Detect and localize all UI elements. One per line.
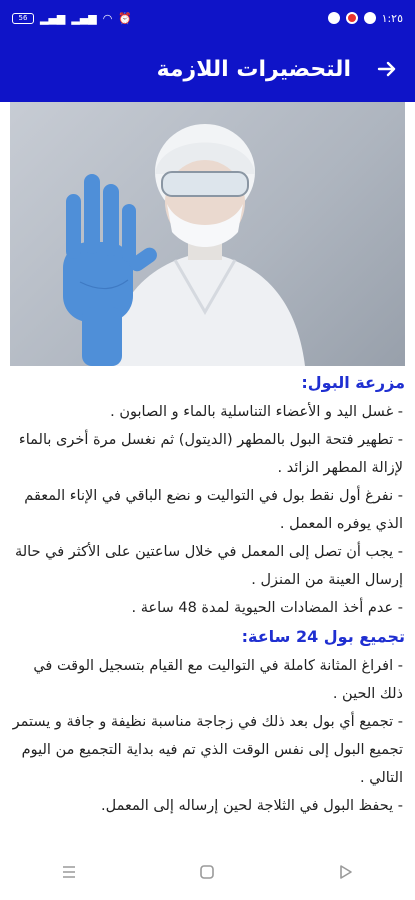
back-arrow-button[interactable]: [373, 55, 401, 83]
app-bar: التحضيرات اللازمة: [0, 36, 415, 102]
page-title: التحضيرات اللازمة: [156, 56, 351, 82]
section-title: مزرعة البول:: [301, 373, 405, 392]
list-item: - يحفظ البول في الثلاجة لحين إرساله إلى …: [101, 798, 403, 814]
doctor-stop-illustration: [63, 124, 305, 366]
signal-icon: ▂▄▆: [40, 11, 66, 25]
menu-icon: [63, 866, 76, 878]
alarm-icon: ⏰: [118, 11, 133, 25]
clock: ١:٢٥: [381, 11, 403, 25]
list-item: - نفرغ أول نقط بول في التواليت و نضع الب…: [24, 488, 403, 532]
battery-icon: 56: [12, 12, 34, 24]
list-item: - افراغ المثانة كاملة في التواليت مع الق…: [33, 658, 403, 702]
signal-icon-2: ▂▄▆: [71, 11, 97, 25]
wifi-icon: ◠: [102, 11, 113, 25]
system-icons-left: 56 ▂▄▆ ▂▄▆ ◠ ⏰: [12, 12, 132, 25]
battery-level: 56: [18, 14, 28, 22]
notification-icons: ١:٢٥: [327, 11, 403, 25]
back-button[interactable]: [326, 852, 366, 892]
back-triangle-icon: [340, 865, 352, 879]
list-item: - غسل اليد و الأعضاء التناسلية بالماء و …: [110, 404, 403, 420]
list-item: - عدم أخذ المضادات الحيوية لمدة 48 ساعة …: [131, 600, 403, 616]
list-item: - تطهير فتحة البول بالمطهر (الديتول) ثم …: [18, 432, 403, 476]
facebook-icon: [327, 12, 340, 24]
instructions-content: مزرعة البول: - غسل اليد و الأعضاء التناس…: [10, 368, 405, 820]
home-square-icon: [200, 865, 215, 879]
arrow-right-icon: [377, 61, 396, 77]
list-item: - يجب أن تصل إلى المعمل في خلال ساعتين ع…: [14, 544, 403, 588]
dnd-icon: [363, 12, 376, 24]
section-title: تجميع بول 24 ساعة:: [241, 627, 405, 646]
list-item: - تجميع أي بول بعد ذلك في زجاجة مناسبة ن…: [12, 714, 403, 786]
notification-badge-icon: [345, 12, 358, 24]
hero-image: [10, 102, 405, 366]
status-bar: 56 ▂▄▆ ▂▄▆ ◠ ⏰ ١:٢٥: [0, 0, 415, 36]
recents-button[interactable]: [49, 852, 89, 892]
system-nav-bar: [0, 844, 415, 900]
home-button[interactable]: [187, 852, 227, 892]
